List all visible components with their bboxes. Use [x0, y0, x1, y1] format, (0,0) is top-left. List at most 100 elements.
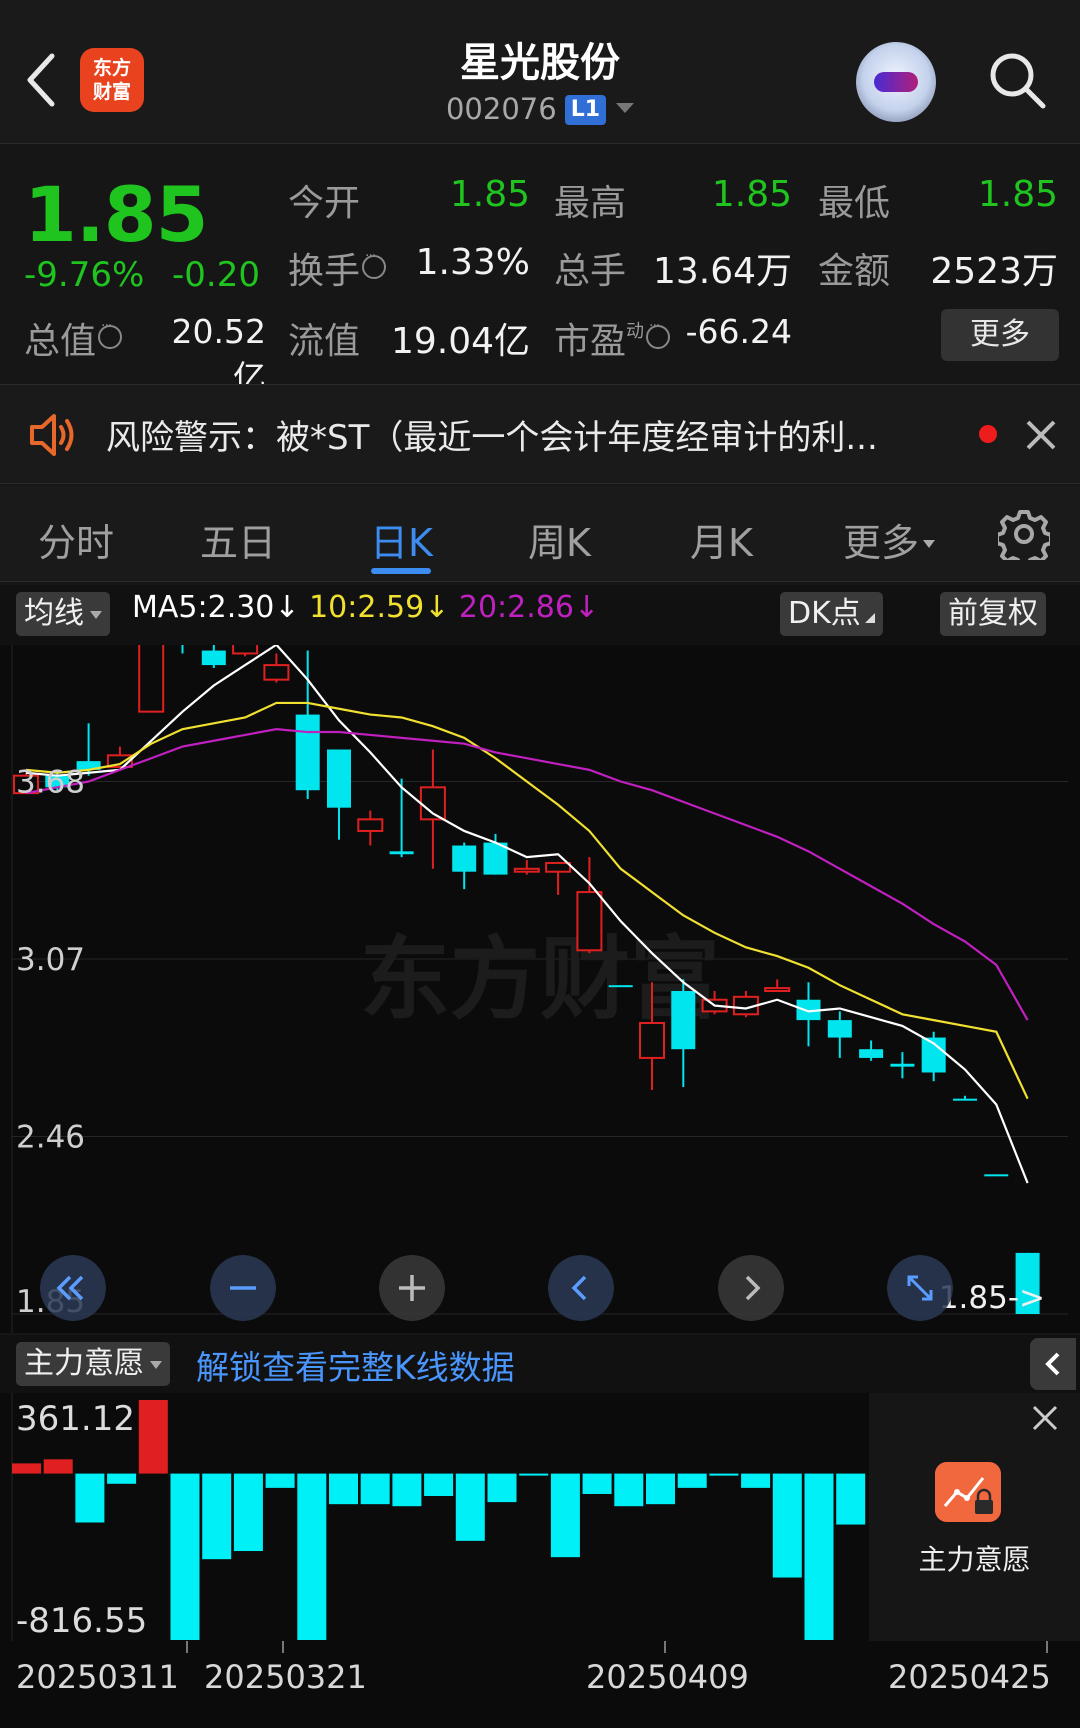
float-value: 19.04亿: [390, 321, 530, 362]
float-value-label: 流值: [288, 321, 361, 362]
app-logo: 东方 财富: [80, 48, 144, 112]
collapse-panel-button[interactable]: [1030, 1338, 1076, 1390]
stock-code-selector[interactable]: 002076 L1: [340, 92, 740, 126]
date-label: 20250311: [16, 1658, 179, 1696]
assistant-robot-avatar[interactable]: [856, 42, 936, 122]
date-tick: [1046, 1641, 1048, 1653]
more-quote-button[interactable]: 更多: [941, 309, 1059, 361]
zoom-in-icon[interactable]: [379, 1255, 445, 1321]
y-tick-label: 3.07: [16, 942, 85, 978]
ma10-value: 10:2.59↓: [309, 590, 450, 625]
main-force-bar: [329, 1473, 358, 1505]
total-value-label[interactable]: 总值: [24, 312, 123, 364]
locked-chart-icon: [935, 1462, 1001, 1522]
sub-indicator-selector[interactable]: 主力意愿: [16, 1342, 170, 1386]
main-force-bar: [772, 1473, 802, 1578]
ma-selector-dropdown[interactable]: 均线: [16, 592, 110, 636]
candle-body: [138, 645, 165, 713]
candle-body: [513, 867, 540, 873]
chevron-down-icon: [90, 611, 102, 619]
close-icon[interactable]: [1024, 418, 1058, 452]
back-arrow-icon[interactable]: [22, 50, 62, 110]
main-force-bar: [75, 1473, 105, 1523]
adjustment-selector[interactable]: 前复权: [940, 592, 1046, 636]
quote-value: 1.85: [977, 174, 1058, 215]
zoom-out-icon[interactable]: [210, 1255, 276, 1321]
candle-body: [452, 845, 477, 872]
main-force-bar: [582, 1473, 612, 1494]
fast-rewind-icon[interactable]: [40, 1255, 106, 1321]
chevron-down-icon: [616, 103, 635, 113]
gear-icon[interactable]: [998, 508, 1050, 560]
tab-five-day[interactable]: 五日: [200, 512, 276, 567]
tab-monthly-k[interactable]: 月K: [690, 512, 753, 567]
main-force-bar: [202, 1473, 232, 1560]
scroll-right-icon[interactable]: [718, 1255, 784, 1321]
date-label: 20250321: [204, 1658, 367, 1696]
candle-body: [576, 891, 603, 952]
main-force-bar: [836, 1473, 866, 1525]
close-icon[interactable]: [1030, 1403, 1060, 1433]
date-tick: [186, 1641, 188, 1653]
main-force-bar: [741, 1473, 771, 1488]
candle-body: [827, 1020, 852, 1038]
quote-value: 1.33%: [415, 242, 530, 283]
last-price-marker: 1.85->: [939, 1280, 1045, 1316]
main-force-bar: [12, 1463, 41, 1474]
candle-body: [327, 749, 351, 808]
quote-label: 总手: [554, 251, 627, 292]
tab-intraday[interactable]: 分时: [38, 512, 114, 567]
main-force-bar: [138, 1400, 168, 1474]
date-tick: [664, 1641, 666, 1653]
main-force-bar: [297, 1473, 327, 1640]
risk-warning-text[interactable]: 风险警示：被*ST（最近一个会计年度经审计的利...: [106, 410, 878, 459]
quote-label: 最高: [554, 183, 627, 224]
main-force-bar: [107, 1473, 137, 1484]
main-force-bar: [455, 1473, 485, 1541]
main-force-bar: [170, 1473, 200, 1640]
main-force-bar: [424, 1473, 454, 1497]
change-amount: -0.20: [172, 255, 260, 295]
level-badge: L1: [564, 95, 607, 125]
candle-body: [545, 861, 572, 873]
tab-weekly-k[interactable]: 周K: [528, 512, 591, 567]
candle-body: [232, 645, 259, 655]
unlock-full-kline-link[interactable]: 解锁查看完整K线数据: [196, 1341, 515, 1389]
turnover-label[interactable]: 换手: [288, 242, 387, 294]
active-tab-indicator: [371, 568, 431, 574]
stock-name-title: 星光股份: [460, 40, 620, 86]
watermark: 东方财富: [360, 927, 720, 1032]
main-force-bar: [804, 1473, 834, 1640]
tab-more[interactable]: 更多: [843, 512, 936, 567]
candle-body: [201, 650, 226, 666]
search-icon[interactable]: [985, 48, 1049, 112]
pe-label[interactable]: 市盈动: [554, 312, 671, 364]
last-price: 1.85: [24, 170, 209, 259]
quote-value: 1.85: [711, 174, 792, 215]
info-icon: [98, 318, 123, 349]
change-percent: -9.76%: [24, 255, 145, 295]
date-tick: [282, 1641, 284, 1653]
stock-code: 002076: [445, 92, 557, 126]
candle-body: [890, 1063, 915, 1067]
tab-daily-k[interactable]: 日K: [370, 512, 433, 567]
main-force-bar: [646, 1473, 675, 1505]
main-force-bar: [677, 1473, 707, 1488]
main-force-bar: [709, 1473, 739, 1476]
info-icon: [646, 318, 671, 349]
chevron-down-icon: [150, 1361, 162, 1369]
scroll-left-icon[interactable]: [548, 1255, 614, 1321]
ma-values: MA5:2.30↓ 10:2.59↓ 20:2.86↓: [132, 590, 599, 625]
y-tick-label: 3.68: [16, 765, 85, 801]
fullscreen-icon[interactable]: [887, 1255, 953, 1321]
candle-body: [859, 1049, 884, 1058]
kline-chart[interactable]: 东方财富4.293.683.072.461.85<-4.291.85->: [0, 645, 1080, 1333]
quote-value: 2523万: [930, 251, 1058, 292]
dk-point-button[interactable]: DK点: [780, 592, 883, 636]
main-force-bar: [233, 1473, 263, 1552]
quote-value: 1.85: [449, 174, 530, 215]
candle-body: [953, 1098, 977, 1101]
info-icon: [362, 248, 387, 279]
pe-value: -66.24: [685, 312, 792, 351]
candle-body: [357, 818, 384, 832]
